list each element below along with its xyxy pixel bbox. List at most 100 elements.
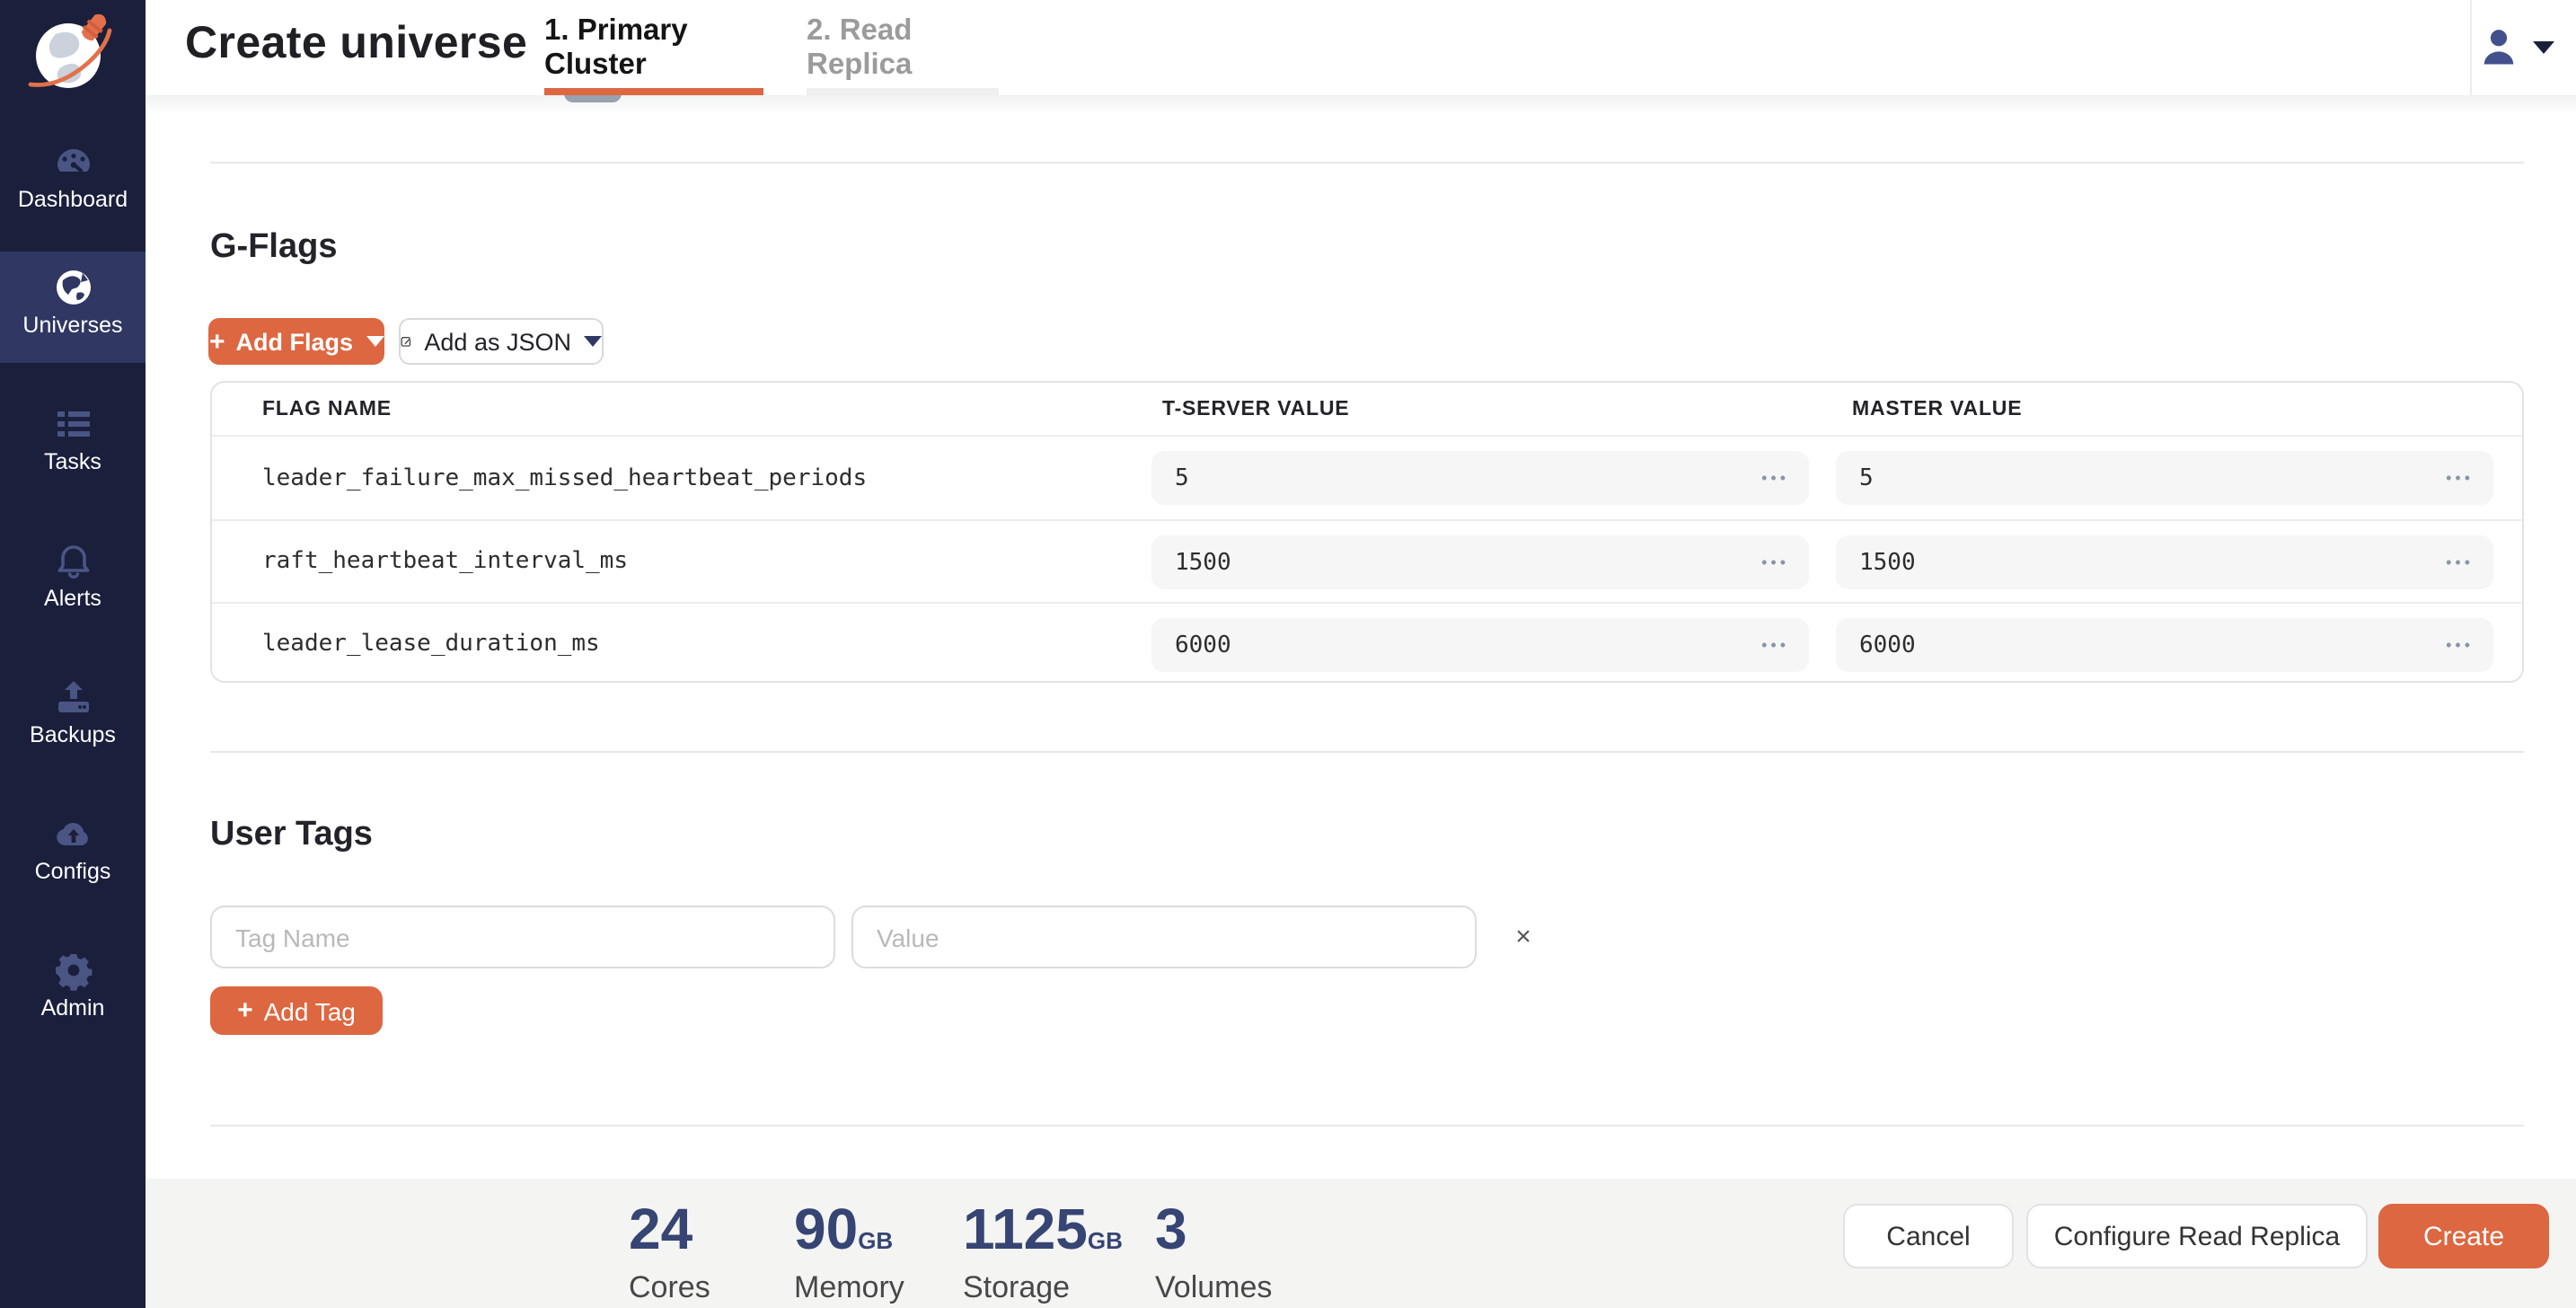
yugabyte-logo-icon[interactable] xyxy=(23,9,124,95)
more-options-icon[interactable]: ••• xyxy=(1761,618,1789,672)
dashboard-icon xyxy=(51,140,94,183)
add-as-json-button[interactable]: Add as JSON xyxy=(399,318,604,365)
gflags-heading: G-Flags xyxy=(210,228,337,268)
add-tag-button[interactable]: + Add Tag xyxy=(210,986,383,1035)
cloud-upload-icon xyxy=(51,812,94,855)
tserver-value-field[interactable]: 5 ••• xyxy=(1151,451,1809,505)
sidebar-item-universes[interactable]: Universes xyxy=(0,252,146,363)
bell-icon xyxy=(51,539,94,582)
user-tags-heading: User Tags xyxy=(210,816,373,855)
page-title: Create universe xyxy=(185,18,527,70)
tab-label: 1. Primary Cluster xyxy=(544,13,763,82)
tag-value-input[interactable] xyxy=(851,906,1477,968)
sidebar: Dashboard Universes Tasks xyxy=(0,0,146,1308)
stat-value: 1125 xyxy=(963,1197,1088,1261)
column-header-tserver-value: T-SERVER VALUE xyxy=(1162,399,1349,420)
tag-name-input[interactable] xyxy=(210,906,835,968)
table-row: leader_failure_max_missed_heartbeat_peri… xyxy=(212,437,2522,519)
edit-pencil-icon xyxy=(401,329,411,354)
master-value-field[interactable]: 5 ••• xyxy=(1836,451,2493,505)
gear-icon xyxy=(51,949,94,992)
add-tag-label: Add Tag xyxy=(264,996,356,1025)
tserver-value-field[interactable]: 1500 ••• xyxy=(1151,535,1809,589)
sidebar-item-backups[interactable]: Backups xyxy=(0,661,146,773)
gflags-table-header: FLAG NAME T-SERVER VALUE MASTER VALUE xyxy=(212,383,2522,437)
stat-label: Volumes xyxy=(1155,1270,1272,1306)
sidebar-item-label: Configs xyxy=(0,859,146,884)
flag-name: leader_lease_duration_ms xyxy=(262,604,600,685)
stat-volumes: 3 Volumes xyxy=(1155,1200,1272,1306)
more-options-icon[interactable]: ••• xyxy=(2446,535,2474,589)
sidebar-item-tasks[interactable]: Tasks xyxy=(0,388,146,499)
backup-upload-icon xyxy=(51,676,94,719)
user-menu[interactable] xyxy=(2472,22,2562,75)
stat-memory: 90GB Memory xyxy=(794,1200,904,1306)
plus-icon: + xyxy=(237,997,253,1024)
section-divider xyxy=(210,162,2524,164)
stat-label: Cores xyxy=(629,1270,710,1306)
inactive-tab-underline xyxy=(807,88,999,95)
sidebar-item-admin[interactable]: Admin xyxy=(0,934,146,1046)
caret-down-icon xyxy=(584,336,602,347)
summary-footer: 24 Cores 90GB Memory 1125GB Storage 3 Vo… xyxy=(146,1179,2576,1308)
more-options-icon[interactable]: ••• xyxy=(2446,618,2474,672)
create-universe-page: Dashboard Universes Tasks xyxy=(0,0,2576,1308)
main-content: G-Flags + Add Flags Add as JSON FLAG NAM… xyxy=(146,95,2576,1179)
create-button[interactable]: Create xyxy=(2378,1204,2549,1268)
more-options-icon[interactable]: ••• xyxy=(1761,451,1789,505)
caret-down-icon xyxy=(2533,41,2554,54)
stat-storage: 1125GB Storage xyxy=(963,1200,1123,1306)
gflags-table: FLAG NAME T-SERVER VALUE MASTER VALUE le… xyxy=(210,381,2524,683)
sidebar-item-label: Admin xyxy=(0,995,146,1021)
tab-primary-cluster[interactable]: 1. Primary Cluster xyxy=(544,0,763,95)
flag-name: leader_failure_max_missed_heartbeat_peri… xyxy=(262,437,867,519)
sidebar-item-label: Alerts xyxy=(0,586,146,611)
configure-read-replica-button[interactable]: Configure Read Replica xyxy=(2026,1204,2368,1268)
tasks-list-icon xyxy=(51,402,94,446)
more-options-icon[interactable]: ••• xyxy=(2446,451,2474,505)
stat-value: 3 xyxy=(1155,1197,1187,1261)
flag-name: raft_heartbeat_interval_ms xyxy=(262,521,628,602)
master-value: 1500 xyxy=(1859,535,1916,589)
header-shadow xyxy=(146,95,2576,115)
tab-read-replica[interactable]: 2. Read Replica xyxy=(807,0,999,95)
sidebar-item-alerts[interactable]: Alerts xyxy=(0,525,146,636)
stat-label: Storage xyxy=(963,1270,1123,1306)
user-avatar-icon xyxy=(2475,23,2522,70)
master-value-field[interactable]: 6000 ••• xyxy=(1836,618,2493,672)
remove-tag-icon[interactable]: × xyxy=(1507,920,1539,952)
sidebar-item-configs[interactable]: Configs xyxy=(0,798,146,909)
table-row: raft_heartbeat_interval_ms 1500 ••• 1500… xyxy=(212,519,2522,602)
sidebar-item-label: Backups xyxy=(0,722,146,747)
page-header: Create universe 1. Primary Cluster 2. Re… xyxy=(146,0,2576,95)
stat-value: 24 xyxy=(629,1197,693,1261)
cancel-button[interactable]: Cancel xyxy=(1843,1204,2014,1268)
column-header-flag-name: FLAG NAME xyxy=(262,399,392,420)
stat-unit: GB xyxy=(858,1227,893,1254)
sidebar-item-label: Dashboard xyxy=(0,187,146,212)
active-tab-underline xyxy=(544,88,763,95)
table-row: leader_lease_duration_ms 6000 ••• 6000 •… xyxy=(212,602,2522,685)
add-flags-button[interactable]: + Add Flags xyxy=(208,318,384,365)
plus-icon: + xyxy=(209,328,225,355)
tserver-value: 6000 xyxy=(1175,618,1231,672)
tserver-value: 5 xyxy=(1175,451,1189,505)
master-value: 5 xyxy=(1859,451,1874,505)
tab-label: 2. Read Replica xyxy=(807,13,999,82)
sidebar-item-dashboard[interactable]: Dashboard xyxy=(0,126,146,237)
more-options-icon[interactable]: ••• xyxy=(1761,535,1789,589)
sidebar-item-label: Universes xyxy=(0,313,146,338)
section-divider xyxy=(210,1125,2524,1127)
tserver-value-field[interactable]: 6000 ••• xyxy=(1151,618,1809,672)
add-flags-label: Add Flags xyxy=(236,328,354,355)
column-header-master-value: MASTER VALUE xyxy=(1852,399,2022,420)
stat-label: Memory xyxy=(794,1270,904,1306)
globe-icon xyxy=(51,266,94,309)
master-value-field[interactable]: 1500 ••• xyxy=(1836,535,2493,589)
stat-cores: 24 Cores xyxy=(629,1200,710,1306)
stat-value: 90 xyxy=(794,1197,858,1261)
master-value: 6000 xyxy=(1859,618,1916,672)
sidebar-item-label: Tasks xyxy=(0,449,146,474)
section-divider xyxy=(210,751,2524,753)
tserver-value: 1500 xyxy=(1175,535,1231,589)
